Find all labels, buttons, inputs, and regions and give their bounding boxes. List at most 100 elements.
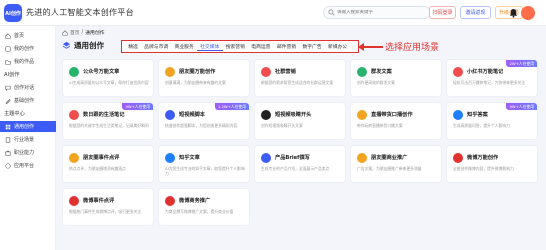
sidebar-item-label: 通用创作 (14, 124, 35, 130)
card-title: 小红书万能笔记 (467, 69, 504, 75)
tab-featured[interactable]: 精选 (125, 43, 141, 50)
scene-card[interactable]: 短视频脚本 快速创作超强脚本，为您创造更多精彩内容 1.2W+人在使用 (158, 102, 250, 140)
card-description: 生成专业的产品介绍，全面展示产品卖点 (261, 166, 330, 171)
scene-card[interactable]: 数日跟的生活笔记 根据您的关键字生成生活类笔记，记录美好瞬间 9W+人在使用 (62, 102, 154, 140)
tab-brand-market[interactable]: 品牌与市调 (141, 43, 171, 50)
zhihu-article-icon (165, 153, 175, 163)
scene-card[interactable]: 知乎答案 生成高质量问答，提升个人影响力 9W+人在使用 (446, 102, 538, 140)
card-title: 短视频脚本 (179, 112, 205, 118)
scene-card[interactable]: 社群营销根据您的需求帮您生成适合的社群运营文案 (254, 59, 346, 97)
weibo-icon (453, 153, 463, 163)
home-icon (5, 32, 11, 39)
sidebar-item-my-creation[interactable]: 我的创作 (0, 43, 56, 54)
tab-email-marketing[interactable]: 邮件营销 (274, 43, 300, 50)
xiaohongshu-icon (453, 67, 463, 77)
scene-card[interactable]: 小红书万能笔记 轻松写出百万爆款笔记，为你带来更多关注 2W+人在使用 (446, 59, 538, 97)
weibo-comment-icon (69, 196, 79, 206)
logo[interactable]: AI创作 (4, 4, 22, 22)
briefcase-icon (5, 150, 11, 156)
promo-icon (357, 153, 367, 163)
card-title: 朋友圈事件点评 (83, 155, 120, 161)
sidebar-item-label: 首页 (14, 33, 25, 39)
card-title: 知乎文章 (179, 155, 200, 161)
scene-card[interactable]: 朋友圈万能创作 创意满满，为朋友圈带来有趣的文案 (158, 59, 250, 97)
scene-card[interactable]: 群发文案 创作更高效的群发文案 (350, 59, 442, 97)
video-script-icon (165, 110, 175, 120)
apps-icon (5, 162, 11, 169)
sidebar-group-theme: 主题中心 (0, 108, 56, 119)
card-description: 根据您的需求帮您生成适合的社群运营文案 (261, 80, 334, 85)
scene-card[interactable]: 微博万能创作 全能创作微博内容，提升微博影响力 (446, 145, 538, 183)
scene-card[interactable]: 微博事件点评 根据热门事件生成微博点评，吸引更多关注 (62, 188, 154, 226)
sidebar-item-industry[interactable]: 行业场景 (0, 134, 56, 145)
scene-tabs: 精选 品牌与市调 商业服务 社交媒体 搜索营销 电商运营 邮件营销 数字广告 新… (121, 40, 359, 53)
tab-ecommerce[interactable]: 电商运营 (248, 43, 274, 50)
card-description: 为商品撰写微博推广文案，提升商业价值 (165, 209, 234, 214)
scene-card[interactable]: 短视频吸睛开头创作短视频吸睛开头文案 (254, 102, 346, 140)
card-description: 广告文案，为朋友圈推广带来更多流量 (357, 166, 422, 171)
sidebar-item-chat[interactable]: 创作对话 (0, 82, 56, 93)
tab-business-service[interactable]: 商业服务 (171, 43, 197, 50)
card-description: 轻松写出百万爆款笔记，为你带来更多关注 (453, 80, 526, 85)
brief-icon (261, 153, 271, 163)
card-title: 微博商务推广 (179, 198, 211, 204)
scene-card[interactable]: 产品Brief撰写生成专业的产品介绍，全面展示产品卖点 (254, 145, 346, 183)
brand-name: 先进的人工智能文本创作平台 (26, 8, 134, 17)
sidebar-item-my-works[interactable]: 我的作品 (0, 56, 56, 67)
sidebar-group-ai-creation: AI创作 (0, 69, 56, 80)
card-description: 生成高质量问答，提升个人影响力 (453, 123, 510, 128)
folder-icon (5, 59, 11, 65)
sidebar-item-general[interactable]: 通用创作 (0, 121, 56, 132)
login-button[interactable]: 扫码登录 (429, 6, 456, 19)
sidebar: 首页 我的创作 我的作品 AI创作 创作对话 基础创作 主题中心 通用创作 行业… (0, 26, 56, 250)
grid-icon (5, 124, 11, 129)
annotation-arrow (361, 46, 383, 48)
tab-new-media-office[interactable]: 新媒办公 (325, 43, 351, 50)
search-box[interactable] (323, 6, 431, 19)
card-title: 公众号万能文章 (83, 69, 120, 75)
tab-search-marketing[interactable]: 搜索营销 (223, 43, 249, 50)
sidebar-item-basic[interactable]: 基础创作 (0, 95, 56, 106)
avatar[interactable] (521, 6, 535, 20)
scene-card[interactable]: 朋友圈事件点评热点点评，为朋友圈增添有趣观点 (62, 145, 154, 183)
sidebar-item-label: 我的创作 (14, 46, 35, 52)
card-title: 微博万能创作 (467, 155, 499, 161)
scene-card[interactable]: 公众号万能文章 AI生成高质量的公众号文章，帮你打造优质内容 (62, 59, 154, 97)
note-icon (69, 110, 79, 120)
annotation-label: 选择应用场景 (385, 43, 440, 53)
card-title: 社群营销 (275, 69, 296, 75)
home-icon (62, 29, 68, 36)
tab-social-media[interactable]: 社交媒体 (196, 43, 223, 51)
card-title: 直播带货口播创作 (371, 112, 413, 118)
sidebar-item-apps[interactable]: 应用平台 (0, 160, 56, 171)
scene-card[interactable]: 直播带货口播创作 带你玩转直播带货口播文案 (350, 102, 442, 140)
tab-digital-ads[interactable]: 数字广告 (299, 43, 325, 50)
scene-card[interactable]: 微博商务推广为商品撰写微博推广文案，提升商业价值 (158, 188, 250, 226)
scene-card[interactable]: 朋友圈商业推广广告文案，为朋友圈推广带来更多流量 (350, 145, 442, 183)
card-description: 根据您的关键字生成生活类笔记，记录美好瞬间 (69, 123, 149, 128)
sidebar-item-label: 基础创作 (14, 98, 35, 104)
scene-card[interactable]: 知乎文章 AI为您生成专业的知乎文章，助您提升个人影响力 (158, 145, 250, 183)
breadcrumb: 首页 / 通用创作 (62, 29, 104, 36)
page-title: 通用创作 (74, 41, 104, 50)
card-title: 微博事件点评 (83, 198, 115, 204)
sidebar-item-label: 创作对话 (14, 85, 35, 91)
usage-badge: 9W+人在使用 (506, 103, 537, 110)
breadcrumb-home[interactable]: 首页 (70, 29, 80, 36)
sidebar-item-home[interactable]: 首页 (0, 30, 56, 41)
card-description: 热点点评，为朋友圈增添有趣观点 (69, 166, 126, 171)
sidebar-item-career[interactable]: 职业能力 (0, 147, 56, 158)
wechat-icon (69, 67, 79, 77)
moments-icon (165, 67, 175, 77)
card-title: 短视频吸睛开头 (275, 112, 312, 118)
card-description: 创作短视频吸睛开头文案 (261, 123, 303, 128)
card-title: 产品Brief撰写 (275, 155, 310, 161)
top-bar: AI创作 先进的人工智能文本创作平台 扫码登录 邀请返现 升级会员 (0, 0, 546, 26)
chat-icon (5, 85, 11, 91)
invite-button[interactable]: 邀请返现 (460, 6, 491, 19)
search-input[interactable] (337, 10, 427, 15)
card-title: 朋友圈商业推广 (371, 155, 408, 161)
page-title-row: 通用创作 (62, 40, 104, 51)
bell-icon[interactable] (509, 8, 518, 18)
tiktok-icon (261, 110, 271, 120)
